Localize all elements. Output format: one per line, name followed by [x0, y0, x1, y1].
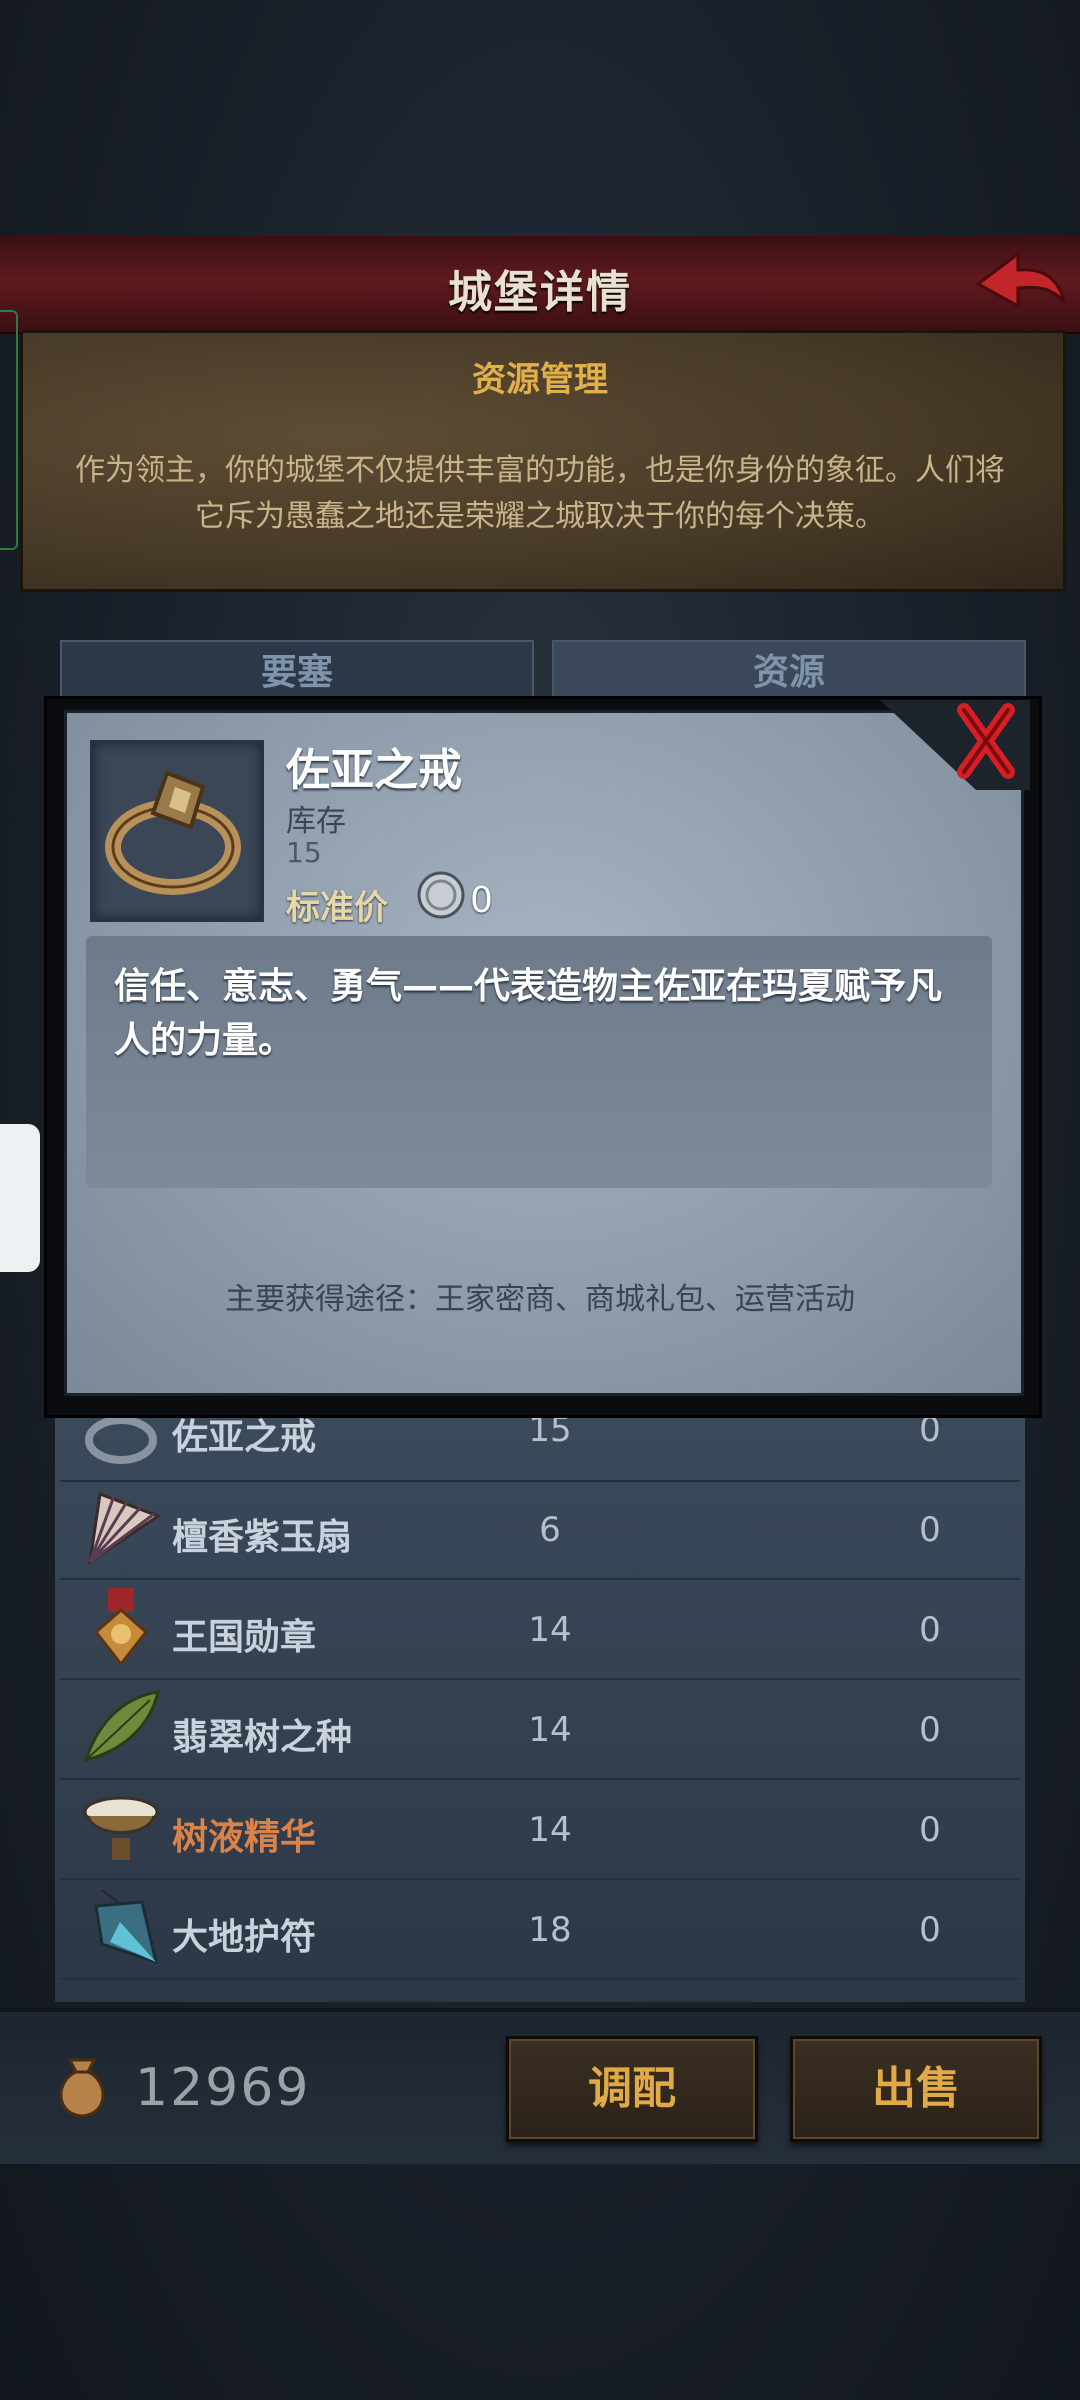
list-item-sold: 0: [919, 1910, 941, 1950]
info-text: 作为领主，你的城堡不仅提供丰富的功能，也是你身份的象征。人们将 它斥为愚蠢之地还…: [60, 448, 1020, 540]
side-handle[interactable]: [0, 310, 18, 550]
gold-sack-icon: [52, 2054, 112, 2120]
list-item-stock: 6: [539, 1510, 561, 1550]
list-item-name: 檀香紫玉扇: [172, 1517, 353, 1558]
list-item-stock: 14: [528, 1810, 572, 1850]
sell-button[interactable]: 出售: [790, 2036, 1042, 2142]
stock-label: 库存: [286, 804, 346, 839]
list-item-sold: 0: [919, 1510, 941, 1550]
list-item-stock: 14: [528, 1610, 572, 1650]
list-item-name: 树液精华: [172, 1817, 317, 1858]
list-item-name: 翡翠树之种: [172, 1717, 353, 1758]
side-drawer-handle[interactable]: [0, 1124, 40, 1272]
close-button[interactable]: [880, 700, 1030, 790]
info-text-line2: 它斥为愚蠢之地还是荣耀之城取决于你的每个决策。: [195, 499, 885, 534]
item-name: 佐亚之戒: [286, 745, 462, 796]
price-value: 0: [470, 880, 493, 921]
silver-coin-icon: [416, 870, 466, 920]
list-item-sold: 0: [919, 1710, 941, 1750]
acquisition-source: 主要获得途径：王家密商、商城礼包、运营活动: [225, 1282, 855, 1317]
fan-icon: [80, 1486, 162, 1568]
info-text-line1: 作为领主，你的城堡不仅提供丰富的功能，也是你身份的象征。人们将: [75, 453, 1005, 488]
stock-value: 15: [286, 836, 322, 869]
amulet-icon: [80, 1886, 162, 1968]
list-item-sold: 0: [919, 1810, 941, 1850]
bowl-icon: [80, 1786, 162, 1868]
list-item-stock: 14: [528, 1710, 572, 1750]
item-icon-frame: [90, 740, 264, 922]
item-description: 信任、意志、勇气——代表造物主佐亚在玛夏赋予凡人的力量。: [114, 966, 943, 1061]
list-item-sold: 0: [919, 1610, 941, 1650]
blend-button[interactable]: 调配: [506, 2036, 758, 2142]
tab-fortress-label: 要塞: [260, 652, 333, 693]
close-icon: [880, 700, 1030, 790]
back-button[interactable]: [970, 244, 1070, 324]
medal-icon: [80, 1586, 162, 1668]
list-item-name: 王国勋章: [172, 1617, 317, 1658]
list-item-stock: 18: [528, 1910, 572, 1950]
leaf-icon: [80, 1686, 162, 1768]
tab-resources-label: 资源: [752, 652, 825, 693]
back-arrow-icon: [975, 251, 1066, 309]
info-title: 资源管理: [472, 360, 608, 400]
page-title: 城堡详情: [448, 267, 632, 318]
price-label: 标准价: [286, 888, 388, 928]
ring-icon: [105, 770, 241, 895]
gold-count: 12969: [135, 2058, 311, 2118]
list-item-name: 大地护符: [172, 1917, 317, 1958]
